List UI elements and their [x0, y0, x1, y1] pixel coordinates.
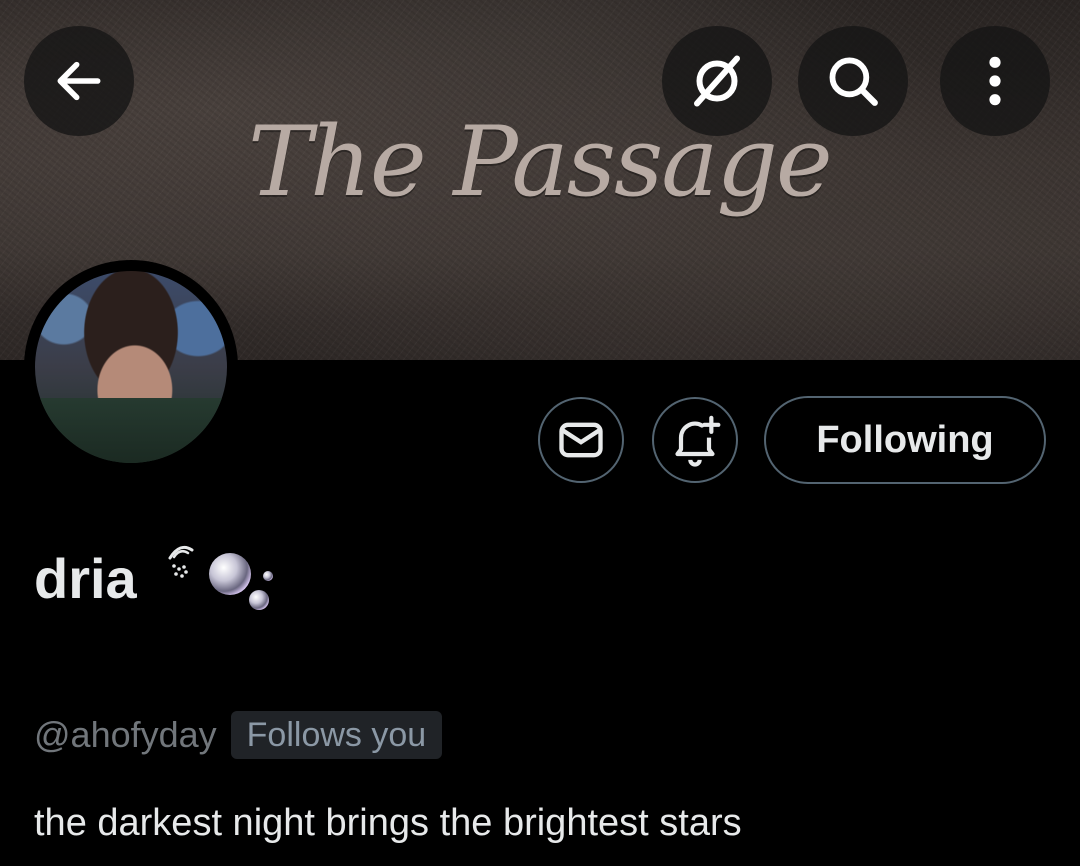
- user-handle: @ahofyday: [34, 714, 217, 755]
- display-name: dria: [34, 547, 137, 610]
- search-icon: [829, 57, 878, 106]
- following-button[interactable]: Following: [764, 396, 1046, 484]
- grok-button[interactable]: [662, 26, 772, 136]
- avatar-photo: [35, 271, 227, 463]
- profile-bio: the darkest night brings the brightest s…: [34, 802, 742, 844]
- bubbles-emoji: [209, 553, 273, 610]
- vertical-dots-icon: [989, 56, 1001, 106]
- telephone-receiver-emoji: [168, 545, 194, 578]
- name-emoji-decoration: [168, 545, 273, 610]
- notifications-button[interactable]: [652, 397, 738, 483]
- message-button[interactable]: [538, 397, 624, 483]
- arrow-left-icon: [57, 61, 101, 101]
- search-button[interactable]: [798, 26, 908, 136]
- handle-row: @ahofyday Follows you: [34, 710, 443, 760]
- more-options-button[interactable]: [940, 26, 1050, 136]
- follows-you-badge: Follows you: [230, 711, 443, 759]
- grok-slash-circle-icon: [694, 55, 740, 107]
- bell-plus-icon: [675, 415, 721, 467]
- back-button[interactable]: [24, 26, 134, 136]
- avatar[interactable]: [24, 260, 238, 474]
- envelope-icon: [559, 422, 603, 458]
